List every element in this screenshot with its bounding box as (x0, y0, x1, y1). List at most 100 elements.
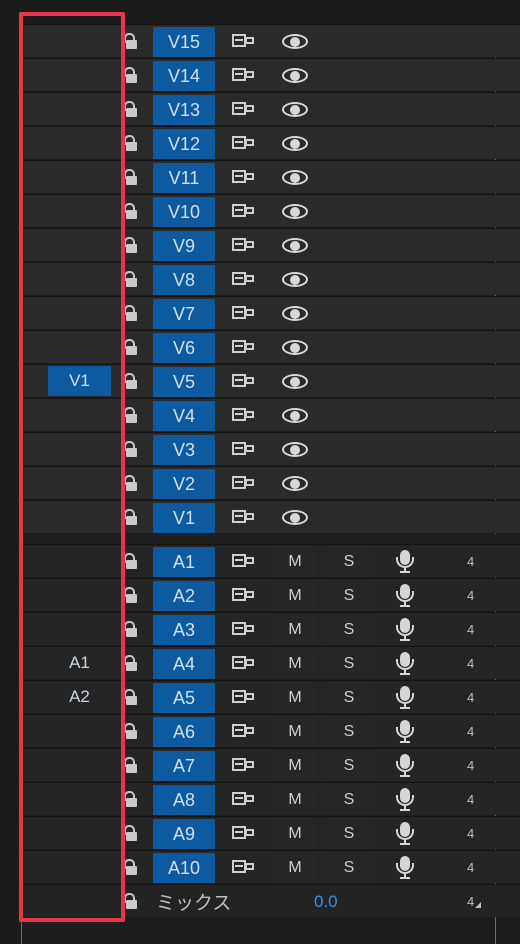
lock-icon[interactable] (124, 135, 138, 151)
lock-icon[interactable] (124, 271, 138, 287)
microphone-icon[interactable] (394, 822, 416, 846)
lock-icon[interactable] (124, 169, 138, 185)
lock-icon[interactable] (124, 655, 138, 671)
eye-icon[interactable] (282, 272, 308, 288)
source-patch-badge[interactable]: A2 (48, 682, 111, 712)
track-name[interactable]: A7 (153, 751, 215, 781)
track-name[interactable]: A3 (153, 615, 215, 645)
track-name[interactable]: A4 (153, 649, 215, 679)
microphone-icon[interactable] (394, 856, 416, 880)
eye-icon[interactable] (282, 510, 308, 526)
sync-lock-icon[interactable] (232, 689, 256, 705)
mix-volume-value[interactable]: 0.0 (314, 892, 338, 912)
sync-lock-icon[interactable] (232, 135, 256, 151)
lock-icon[interactable] (124, 723, 138, 739)
eye-icon[interactable] (282, 476, 308, 492)
source-patch-cell[interactable]: A2 (20, 681, 127, 714)
lock-icon[interactable] (124, 825, 138, 841)
source-patch-cell[interactable] (20, 783, 127, 816)
track-name[interactable]: V7 (153, 299, 215, 329)
track-name[interactable]: A8 (153, 785, 215, 815)
sync-lock-icon[interactable] (232, 553, 256, 569)
source-patch-cell[interactable] (20, 263, 127, 296)
sync-lock-icon[interactable] (232, 33, 256, 49)
lock-icon[interactable] (124, 305, 138, 321)
track-name[interactable]: V2 (153, 469, 215, 499)
lock-icon[interactable] (124, 689, 138, 705)
track-name[interactable]: V6 (153, 333, 215, 363)
track-name[interactable]: A9 (153, 819, 215, 849)
sync-lock-icon[interactable] (232, 757, 256, 773)
microphone-icon[interactable] (394, 550, 416, 574)
track-name[interactable]: V13 (153, 95, 215, 125)
eye-icon[interactable] (282, 68, 308, 84)
sync-lock-icon[interactable] (232, 237, 256, 253)
sync-lock-icon[interactable] (232, 587, 256, 603)
source-patch-cell[interactable] (20, 851, 127, 884)
lock-icon[interactable] (124, 407, 138, 423)
sync-lock-icon[interactable] (232, 441, 256, 457)
mute-button[interactable]: M (272, 819, 318, 849)
mute-button[interactable]: M (272, 581, 318, 611)
source-patch-cell[interactable] (20, 467, 127, 500)
source-patch-cell[interactable] (20, 399, 127, 432)
source-patch-cell[interactable]: V1 (20, 365, 127, 398)
source-patch-cell[interactable] (20, 25, 127, 58)
lock-icon[interactable] (124, 237, 138, 253)
solo-button[interactable]: S (326, 581, 372, 611)
resize-corner-icon[interactable] (475, 902, 481, 908)
eye-icon[interactable] (282, 102, 308, 118)
lock-icon[interactable] (124, 893, 138, 909)
microphone-icon[interactable] (394, 584, 416, 608)
eye-icon[interactable] (282, 204, 308, 220)
solo-button[interactable]: S (326, 717, 372, 747)
lock-icon[interactable] (124, 791, 138, 807)
track-name[interactable]: V5 (153, 367, 215, 397)
lock-icon[interactable] (124, 509, 138, 525)
source-patch-cell[interactable] (20, 229, 127, 262)
lock-icon[interactable] (124, 101, 138, 117)
microphone-icon[interactable] (394, 652, 416, 676)
track-name[interactable]: A6 (153, 717, 215, 747)
lock-icon[interactable] (124, 373, 138, 389)
eye-icon[interactable] (282, 34, 308, 50)
track-name[interactable]: V12 (153, 129, 215, 159)
source-patch-cell[interactable] (20, 433, 127, 466)
source-patch-cell[interactable] (20, 579, 127, 612)
sync-lock-icon[interactable] (232, 101, 256, 117)
track-name[interactable]: V9 (153, 231, 215, 261)
lock-icon[interactable] (124, 553, 138, 569)
solo-button[interactable]: S (326, 785, 372, 815)
sync-lock-icon[interactable] (232, 825, 256, 841)
solo-button[interactable]: S (326, 547, 372, 577)
track-name[interactable]: V11 (153, 163, 215, 193)
track-name[interactable]: A1 (153, 547, 215, 577)
solo-button[interactable]: S (326, 819, 372, 849)
sync-lock-icon[interactable] (232, 475, 256, 491)
source-patch-cell[interactable] (20, 613, 127, 646)
eye-icon[interactable] (282, 170, 308, 186)
source-patch-cell[interactable] (20, 501, 127, 534)
lock-icon[interactable] (124, 441, 138, 457)
source-patch-cell[interactable] (20, 59, 127, 92)
mute-button[interactable]: M (272, 853, 318, 883)
source-patch-cell[interactable] (20, 127, 127, 160)
source-patch-cell[interactable] (20, 195, 127, 228)
lock-icon[interactable] (124, 67, 138, 83)
sync-lock-icon[interactable] (232, 339, 256, 355)
solo-button[interactable]: S (326, 649, 372, 679)
track-name[interactable]: V3 (153, 435, 215, 465)
mute-button[interactable]: M (272, 785, 318, 815)
eye-icon[interactable] (282, 442, 308, 458)
eye-icon[interactable] (282, 136, 308, 152)
source-patch-cell[interactable] (20, 545, 127, 578)
microphone-icon[interactable] (394, 686, 416, 710)
lock-icon[interactable] (124, 203, 138, 219)
sync-lock-icon[interactable] (232, 169, 256, 185)
sync-lock-icon[interactable] (232, 407, 256, 423)
track-name[interactable]: V1 (153, 503, 215, 533)
lock-icon[interactable] (124, 475, 138, 491)
mute-button[interactable]: M (272, 717, 318, 747)
mute-button[interactable]: M (272, 547, 318, 577)
sync-lock-icon[interactable] (232, 655, 256, 671)
